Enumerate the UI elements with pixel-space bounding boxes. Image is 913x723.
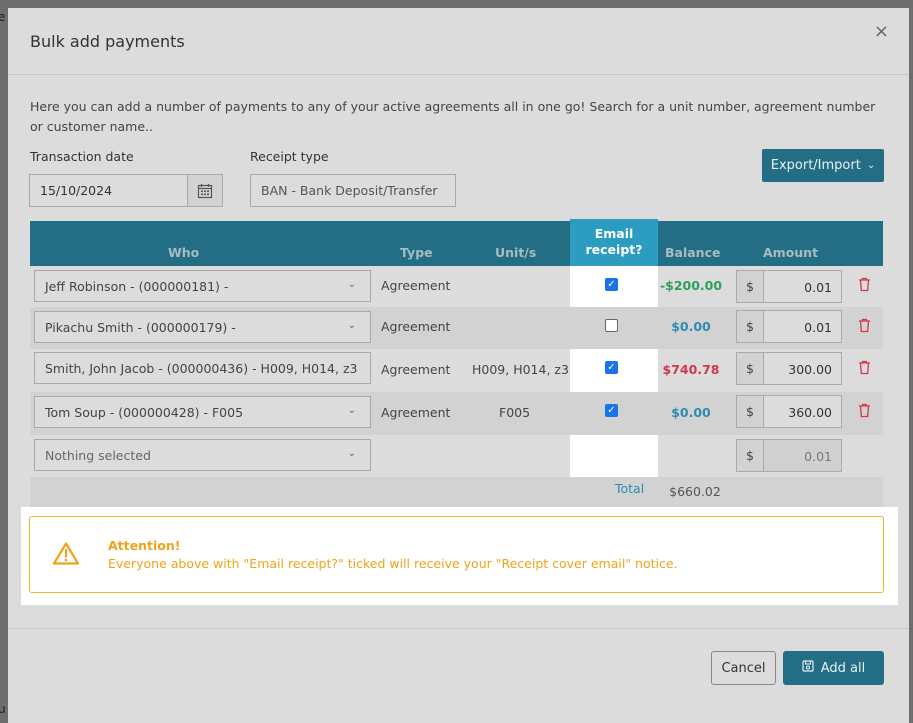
warning-triangle-icon: [52, 541, 80, 570]
intro-text: Here you can add a number of payments to…: [30, 99, 876, 134]
footer-divider: [8, 628, 909, 629]
transaction-date-label: Transaction date: [30, 149, 134, 164]
who-placeholder: Nothing selected: [45, 448, 151, 463]
amount-input[interactable]: 300.00: [763, 352, 842, 385]
header-units: Unit/s: [495, 245, 537, 260]
email-receipt-checkbox[interactable]: ✓: [605, 361, 618, 374]
backdrop-fragment: e: [0, 10, 6, 24]
add-all-button[interactable]: Add all: [783, 651, 884, 685]
type-cell: Agreement: [381, 319, 451, 334]
email-receipt-checkbox[interactable]: [605, 319, 618, 332]
cancel-button[interactable]: Cancel: [711, 651, 776, 685]
trash-icon[interactable]: [858, 360, 871, 379]
calendar-icon[interactable]: [187, 174, 223, 207]
who-value: Smith, John Jacob - (000000436) - H009, …: [45, 361, 358, 376]
bulk-add-payments-modal: Bulk add payments × Here you can add a n…: [8, 8, 909, 723]
trash-icon[interactable]: [858, 403, 871, 422]
units-cell: F005: [499, 405, 531, 420]
amount-input[interactable]: 360.00: [763, 395, 842, 428]
amount-input[interactable]: 0.01: [763, 310, 842, 343]
units-cell: H009, H014, z3: [472, 362, 569, 377]
receipt-type-select[interactable]: BAN - Bank Deposit/Transfer: [250, 174, 456, 207]
currency-addon: $: [736, 439, 764, 472]
email-receipt-checkbox[interactable]: ✓: [605, 278, 618, 291]
transaction-date-input[interactable]: 15/10/2024: [29, 174, 188, 207]
total-value: $660.02: [658, 477, 732, 505]
balance-cell: -$200.00: [659, 278, 723, 293]
modal-header: Bulk add payments ×: [8, 8, 909, 75]
chevron-down-icon: ⌄: [347, 448, 356, 459]
who-select[interactable]: Smith, John Jacob - (000000436) - H009, …: [34, 352, 371, 384]
header-who: Who: [168, 245, 200, 260]
export-import-label: Export/Import: [770, 158, 861, 173]
currency-addon: $: [736, 352, 764, 385]
who-value: Pikachu Smith - (000000179) -: [45, 320, 236, 335]
row-stripe: [30, 477, 883, 507]
who-select[interactable]: Tom Soup - (000000428) - F005 ⌄: [34, 396, 371, 428]
receipt-type-label: Receipt type: [250, 149, 329, 164]
who-value: Jeff Robinson - (000000181) -: [45, 279, 229, 294]
header-balance: Balance: [665, 245, 721, 260]
email-receipt-checkbox[interactable]: ✓: [605, 404, 618, 417]
chevron-down-icon: ⌄: [347, 320, 356, 331]
currency-addon: $: [736, 310, 764, 343]
alert-box: Attention! Everyone above with "Email re…: [29, 516, 884, 593]
export-import-button[interactable]: Export/Import ⌄: [762, 149, 884, 182]
trash-icon[interactable]: [858, 277, 871, 296]
close-icon[interactable]: ×: [874, 21, 889, 42]
header-amount: Amount: [763, 245, 819, 260]
header-type: Type: [400, 245, 433, 260]
alert-message: Everyone above with "Email receipt?" tic…: [108, 556, 678, 571]
amount-input[interactable]: 0.01: [763, 439, 842, 472]
total-label: Total: [615, 481, 645, 496]
table-header: Who Type Unit/s Balance Amount: [30, 221, 883, 266]
type-cell: Agreement: [381, 278, 451, 293]
who-select[interactable]: Pikachu Smith - (000000179) - ⌄: [34, 311, 371, 343]
balance-cell: $0.00: [671, 319, 711, 334]
who-select[interactable]: Jeff Robinson - (000000181) - ⌄: [34, 270, 371, 302]
chevron-down-icon: ⌄: [866, 160, 876, 171]
add-all-label: Add all: [820, 660, 866, 676]
balance-cell: $0.00: [671, 405, 711, 420]
header-email-receipt: Email receipt?: [570, 219, 658, 266]
modal-title: Bulk add payments: [30, 32, 185, 51]
chevron-down-icon: ⌄: [347, 405, 356, 416]
who-value: Tom Soup - (000000428) - F005: [45, 405, 244, 420]
alert-title: Attention!: [108, 538, 181, 553]
balance-cell: $740.78: [662, 362, 720, 377]
save-icon: [802, 660, 814, 676]
currency-addon: $: [736, 395, 764, 428]
amount-input[interactable]: 0.01: [763, 270, 842, 303]
attention-alert: Attention! Everyone above with "Email re…: [21, 507, 898, 605]
trash-icon[interactable]: [858, 318, 871, 337]
type-cell: Agreement: [381, 362, 451, 377]
type-cell: Agreement: [381, 405, 451, 420]
who-select[interactable]: Nothing selected ⌄: [34, 439, 371, 471]
chevron-down-icon: ⌄: [347, 279, 356, 290]
currency-addon: $: [736, 270, 764, 303]
